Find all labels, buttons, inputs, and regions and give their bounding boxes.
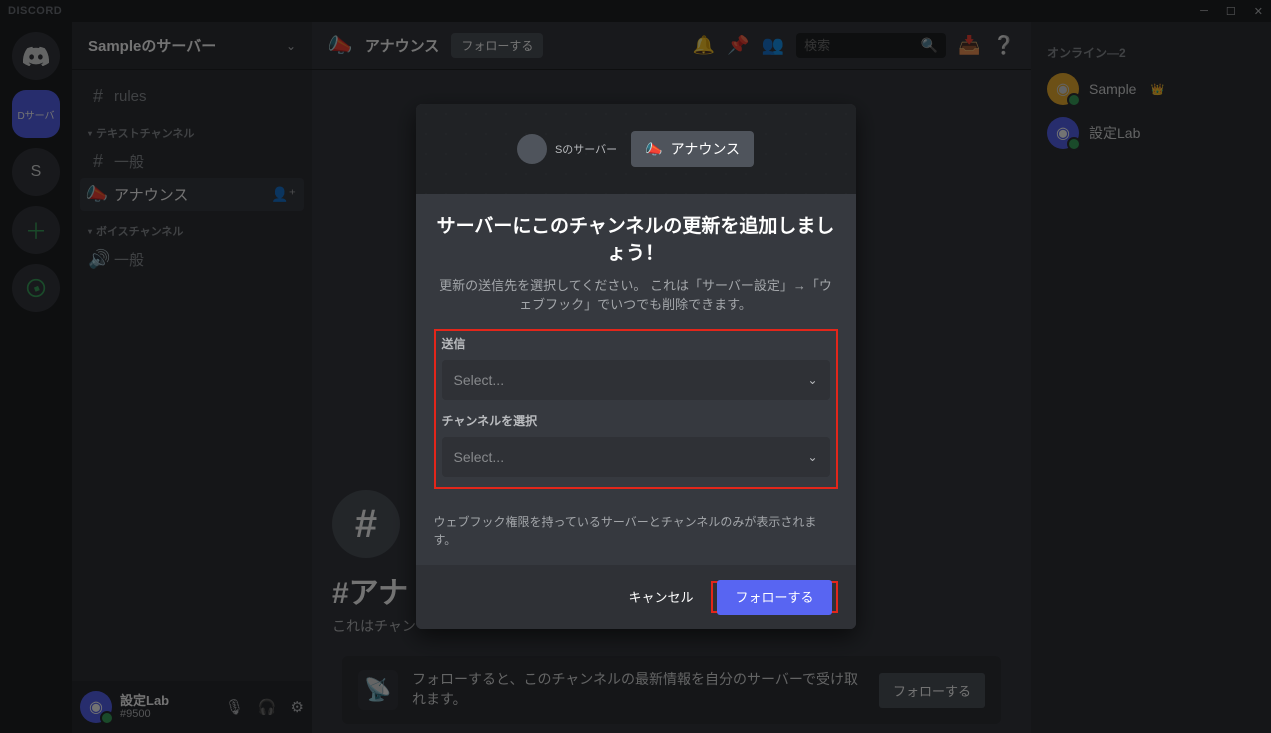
banner-server: Sのサーバー: [517, 134, 617, 164]
cancel-button[interactable]: キャンセル: [628, 587, 693, 606]
field-label: 送信: [442, 335, 830, 352]
server-avatar: [517, 134, 547, 164]
follow-confirm-button[interactable]: フォローする: [717, 580, 831, 615]
server-select[interactable]: Select... ⌄: [442, 360, 830, 400]
chevron-down-icon: ⌄: [807, 450, 817, 464]
select-value: Select...: [454, 372, 505, 388]
modal-subtitle: 更新の送信先を選択してください。 これは「サーバー設定」→「ウェブフック」でいつ…: [434, 276, 838, 315]
highlighted-confirm: フォローする: [711, 581, 837, 613]
field-label: チャンネルを選択: [442, 412, 830, 429]
banner-channel-chip: 📣 アナウンス: [631, 131, 754, 167]
field-channel: チャンネルを選択 Select... ⌄: [442, 412, 830, 477]
modal-title: サーバーにこのチャンネルの更新を追加しましょう！: [434, 214, 838, 267]
select-value: Select...: [454, 449, 505, 465]
banner-server-name: Sのサーバー: [555, 141, 617, 157]
modal-hint: ウェブフック権限を持っているサーバーとチャンネルのみが表示されます。: [416, 513, 856, 565]
modal-wrapper: Sのサーバー 📣 アナウンス サーバーにこのチャンネルの更新を追加しましょう！ …: [0, 0, 1271, 733]
channel-select[interactable]: Select... ⌄: [442, 437, 830, 477]
highlighted-fields: 送信 Select... ⌄ チャンネルを選択 Select... ⌄: [434, 329, 838, 489]
chevron-down-icon: ⌄: [807, 373, 817, 387]
modal-body: サーバーにこのチャンネルの更新を追加しましょう！ 更新の送信先を選択してください…: [416, 194, 856, 512]
modal-footer: キャンセル フォローする: [416, 565, 856, 629]
banner-channel-label: アナウンス: [671, 139, 740, 159]
follow-modal: Sのサーバー 📣 アナウンス サーバーにこのチャンネルの更新を追加しましょう！ …: [416, 104, 856, 628]
modal-banner: Sのサーバー 📣 アナウンス: [416, 104, 856, 194]
field-send-to: 送信 Select... ⌄: [442, 335, 830, 400]
megaphone-icon: 📣: [645, 141, 662, 158]
